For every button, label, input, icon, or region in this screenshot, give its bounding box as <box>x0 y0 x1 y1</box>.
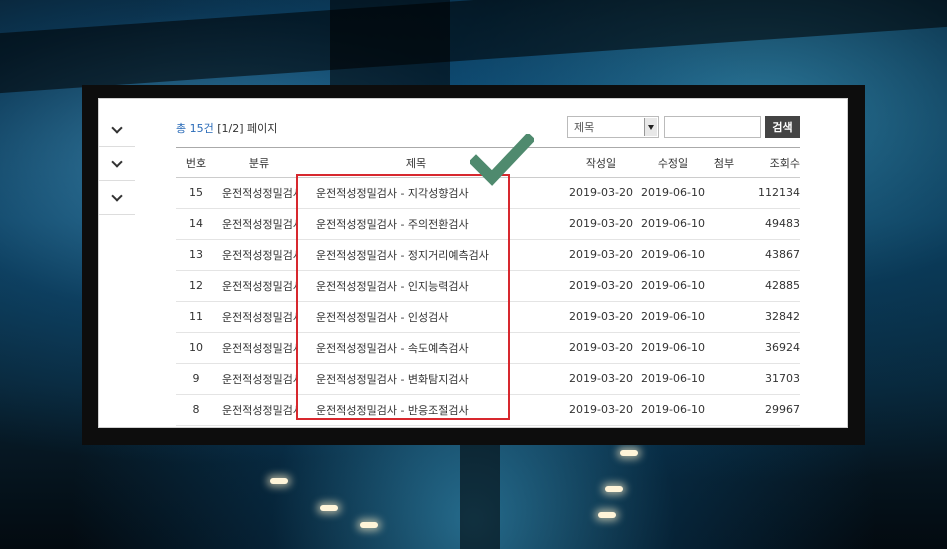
row-created-date: 2019-03-20 <box>569 248 633 261</box>
table-row[interactable]: 13 운전적성정밀검사 운전적성정밀검사 - 정지거리예측검사 2019-03-… <box>176 239 800 271</box>
row-title-link[interactable]: 운전적성정밀검사 - 주의전환검사 <box>316 208 516 239</box>
column-header-number[interactable]: 번호 <box>176 148 216 177</box>
table-row[interactable]: 14 운전적성정밀검사 운전적성정밀검사 - 주의전환검사 2019-03-20… <box>176 208 800 240</box>
row-title-link[interactable]: 운전적성정밀검사 - 속도예측검사 <box>316 332 516 363</box>
row-modified-date: 2019-06-10 <box>641 341 705 354</box>
row-category: 운전적성정밀검사 <box>222 341 296 355</box>
row-number: 11 <box>189 310 203 323</box>
row-created-date: 2019-03-20 <box>569 186 633 199</box>
row-views: 32842 <box>765 310 800 323</box>
checkmark-icon <box>470 134 534 186</box>
chevron-down-icon <box>111 122 123 134</box>
row-category: 운전적성정밀검사 <box>222 248 296 262</box>
search-field-select[interactable]: 제목 <box>567 116 659 138</box>
table-row[interactable]: 8 운전적성정밀검사 운전적성정밀검사 - 반응조절검사 2019-03-20 … <box>176 394 800 426</box>
sidebar-menu <box>99 113 135 215</box>
row-views: 36924 <box>765 341 800 354</box>
row-category: 운전적성정밀검사 <box>222 279 296 293</box>
sidebar-toggle[interactable] <box>99 147 135 181</box>
chevron-down-icon <box>111 190 123 202</box>
row-modified-date: 2019-06-10 <box>641 403 705 416</box>
table-row[interactable]: 11 운전적성정밀검사 운전적성정밀검사 - 인성검사 2019-03-20 2… <box>176 301 800 333</box>
row-created-date: 2019-03-20 <box>569 279 633 292</box>
row-category: 운전적성정밀검사 <box>222 310 296 324</box>
row-category: 운전적성정밀검사 <box>222 372 296 386</box>
row-views: 49483 <box>765 217 800 230</box>
row-modified-date: 2019-06-10 <box>641 279 705 292</box>
row-title-link[interactable]: 운전적성정밀검사 - 반응조절검사 <box>316 394 516 425</box>
row-created-date: 2019-03-20 <box>569 310 633 323</box>
column-header-modified[interactable]: 수정일 <box>638 148 708 177</box>
row-number: 15 <box>189 186 203 199</box>
row-modified-date: 2019-06-10 <box>641 310 705 323</box>
row-number: 8 <box>192 403 200 416</box>
row-views: 42885 <box>765 279 800 292</box>
row-title-link[interactable]: 운전적성정밀검사 - 정지거리예측검사 <box>316 239 516 270</box>
post-count-summary: 총 15건 [1/2] 페이지 <box>176 120 277 136</box>
dropdown-arrow-icon <box>644 118 657 136</box>
table-row[interactable]: 12 운전적성정밀검사 운전적성정밀검사 - 인지능력검사 2019-03-20… <box>176 270 800 302</box>
row-title-link[interactable]: 운전적성정밀검사 - 인지능력검사 <box>316 270 516 301</box>
row-created-date: 2019-03-20 <box>569 403 633 416</box>
row-views: 112134 <box>758 186 800 199</box>
row-number: 9 <box>192 372 200 385</box>
search-button[interactable]: 검색 <box>765 116 800 138</box>
row-title-link[interactable]: 운전적성정밀검사 - 인성검사 <box>316 301 516 332</box>
chevron-down-icon <box>111 156 123 168</box>
row-number: 14 <box>189 217 203 230</box>
total-count: 총 15건 <box>176 122 214 135</box>
search-field-value: 제목 <box>574 121 595 134</box>
column-header-category[interactable]: 분류 <box>222 148 296 177</box>
row-number: 13 <box>189 248 203 261</box>
row-views: 29967 <box>765 403 800 416</box>
page-indicator: [1/2] 페이지 <box>217 122 278 135</box>
column-header-views[interactable]: 조회수 <box>742 148 800 177</box>
row-created-date: 2019-03-20 <box>569 372 633 385</box>
row-modified-date: 2019-06-10 <box>641 217 705 230</box>
row-category: 운전적성정밀검사 <box>222 403 296 417</box>
row-category: 운전적성정밀검사 <box>222 186 296 200</box>
row-title-link[interactable]: 운전적성정밀검사 - 변화탐지검사 <box>316 363 516 394</box>
row-views: 43867 <box>765 248 800 261</box>
row-number: 12 <box>189 279 203 292</box>
table-row[interactable]: 10 운전적성정밀검사 운전적성정밀검사 - 속도예측검사 2019-03-20… <box>176 332 800 364</box>
column-header-attachment[interactable]: 첨부 <box>710 148 738 177</box>
row-category: 운전적성정밀검사 <box>222 217 296 231</box>
row-modified-date: 2019-06-10 <box>641 372 705 385</box>
column-header-created[interactable]: 작성일 <box>566 148 636 177</box>
table-row[interactable]: 9 운전적성정밀검사 운전적성정밀검사 - 변화탐지검사 2019-03-20 … <box>176 363 800 395</box>
row-created-date: 2019-03-20 <box>569 217 633 230</box>
row-created-date: 2019-03-20 <box>569 341 633 354</box>
row-modified-date: 2019-06-10 <box>641 186 705 199</box>
row-modified-date: 2019-06-10 <box>641 248 705 261</box>
sidebar-toggle[interactable] <box>99 113 135 147</box>
search-input[interactable] <box>664 116 761 138</box>
row-views: 31703 <box>765 372 800 385</box>
sidebar-toggle[interactable] <box>99 181 135 215</box>
row-number: 10 <box>189 341 203 354</box>
